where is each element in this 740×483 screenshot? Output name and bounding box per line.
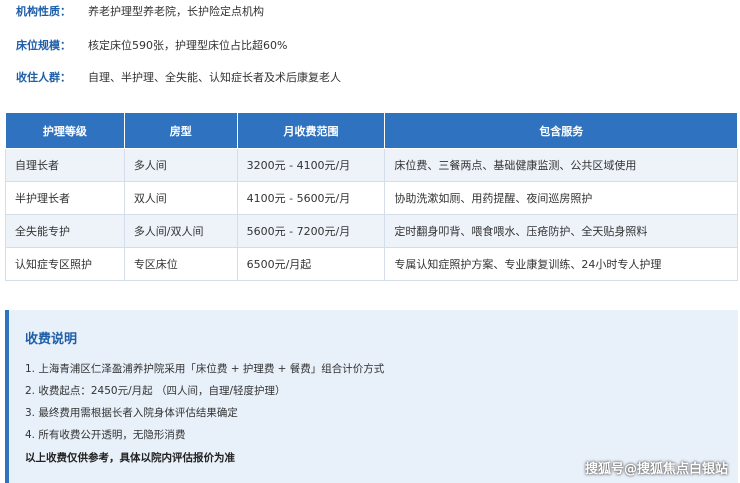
cell-monthly-fee: 3200元 - 4100元/月 bbox=[236, 148, 386, 182]
header-services: 包含服务 bbox=[384, 112, 738, 149]
table-row: 自理长者 多人间 3200元 - 4100元/月 床位费、三餐两点、基础健康监测… bbox=[5, 148, 738, 182]
note-item: 2. 收费起点：2450元/月起 （四人间，自理/轻度护理） bbox=[25, 385, 286, 397]
cell-care-level: 认知症专区照护 bbox=[5, 247, 125, 281]
info-label: 床位规模： bbox=[16, 39, 71, 52]
note-item: 3. 最终费用需根据长者入院身体评估结果确定 bbox=[25, 407, 238, 419]
cell-room-type: 专区床位 bbox=[123, 247, 238, 281]
note-item: 1. 上海青浦区仁泽盈浦养护院采用「床位费 + 护理费 + 餐费」组合计价方式 bbox=[25, 363, 385, 375]
info-label: 机构性质： bbox=[16, 5, 71, 18]
cell-room-type: 多人间 bbox=[123, 148, 238, 182]
header-monthly-fee: 月收费范围 bbox=[236, 112, 386, 149]
table-row: 全失能专护 多人间/双人间 5600元 - 7200元/月 定时翻身叩背、喂食喂… bbox=[5, 214, 738, 248]
cell-services: 定时翻身叩背、喂食喂水、压疮防护、全天贴身照料 bbox=[384, 214, 738, 248]
info-value: 自理、半护理、全失能、认知症长者及术后康复老人 bbox=[88, 71, 341, 84]
notes-footer: 以上收费仅供参考，具体以院内评估报价为准 bbox=[25, 452, 235, 464]
cell-services: 床位费、三餐两点、基础健康监测、公共区域使用 bbox=[384, 148, 738, 182]
info-row-beds: 床位规模： 核定床位590张，护理型床位占比超60% bbox=[16, 35, 287, 55]
header-room-type: 房型 bbox=[123, 112, 238, 149]
pricing-table: 护理等级 房型 月收费范围 包含服务 自理长者 多人间 3200元 - 4100… bbox=[5, 112, 738, 281]
table-row: 认知症专区照护 专区床位 6500元/月起 专属认知症照护方案、专业康复训练、2… bbox=[5, 247, 738, 281]
header-care-level: 护理等级 bbox=[5, 112, 125, 149]
info-label: 收住人群： bbox=[16, 71, 71, 84]
info-row-residents: 收住人群： 自理、半护理、全失能、认知症长者及术后康复老人 bbox=[16, 67, 341, 87]
cell-care-level: 全失能专护 bbox=[5, 214, 125, 248]
table-row: 半护理长者 双人间 4100元 - 5600元/月 协助洗漱如厕、用药提醒、夜间… bbox=[5, 181, 738, 215]
cell-room-type: 多人间/双人间 bbox=[123, 214, 238, 248]
info-value: 养老护理型养老院，长护险定点机构 bbox=[88, 5, 264, 18]
info-row-nature: 机构性质： 养老护理型养老院，长护险定点机构 bbox=[16, 1, 264, 21]
note-item: 4. 所有收费公开透明，无隐形消费 bbox=[25, 429, 186, 441]
cell-monthly-fee: 6500元/月起 bbox=[236, 247, 386, 281]
notes-title: 收费说明 bbox=[25, 332, 78, 347]
cell-care-level: 自理长者 bbox=[5, 148, 125, 182]
cell-monthly-fee: 4100元 - 5600元/月 bbox=[236, 181, 386, 215]
cell-room-type: 双人间 bbox=[123, 181, 238, 215]
cell-care-level: 半护理长者 bbox=[5, 181, 125, 215]
cell-monthly-fee: 5600元 - 7200元/月 bbox=[236, 214, 386, 248]
watermark: 搜狐号@搜狐焦点白银站 bbox=[584, 462, 728, 477]
cell-services: 专属认知症照护方案、专业康复训练、24小时专人护理 bbox=[384, 247, 738, 281]
info-value: 核定床位590张，护理型床位占比超60% bbox=[88, 39, 288, 52]
table-header-row: 护理等级 房型 月收费范围 包含服务 bbox=[5, 112, 738, 149]
cell-services: 协助洗漱如厕、用药提醒、夜间巡房照护 bbox=[384, 181, 738, 215]
